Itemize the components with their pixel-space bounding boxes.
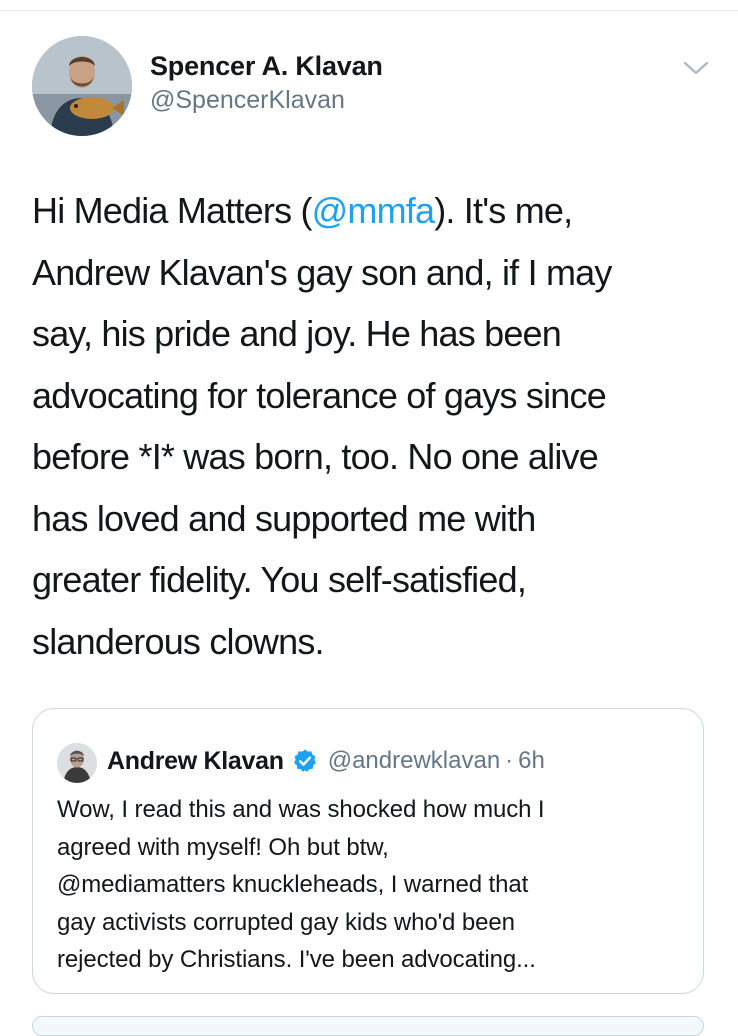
tweet-text-line: has loved and supported me with [32, 497, 536, 539]
quoted-text-line: gay activists corrupted gay kids who'd b… [57, 908, 515, 936]
mention-link[interactable]: @mmfa [312, 190, 435, 231]
tweet-text-line: before *I* was born, too. No one alive [32, 436, 599, 477]
chevron-down-icon[interactable] [682, 58, 710, 78]
tweet-text-line: advocating for tolerance of gays since [32, 374, 607, 416]
author-handle[interactable]: @SpencerKlavan [150, 84, 383, 116]
next-card-edge [32, 1016, 704, 1036]
tweet-text-line: say, his pride and joy. He has been [32, 313, 562, 354]
quoted-author-name: Andrew Klavan [107, 746, 284, 775]
separator-dot: · [505, 747, 514, 774]
verified-badge-icon [292, 748, 318, 774]
quoted-tweet-time: 6h [518, 747, 545, 774]
quoted-text-line: agreed with myself! Oh but btw, [57, 833, 389, 861]
author-name[interactable]: Spencer A. Klavan [150, 50, 383, 82]
tweet-text-line: greater fidelity. You self-satisfied, [32, 559, 527, 600]
author-block: Spencer A. Klavan @SpencerKlavan [150, 50, 383, 116]
quoted-text-line: @mediamatters knuckleheads, I warned tha… [57, 871, 529, 898]
tweet-text-line: slanderous clowns. [32, 620, 325, 662]
author-avatar[interactable] [32, 36, 132, 136]
tweet-text-line: Hi Media Matters (@mmfa). It's me, [32, 190, 573, 231]
quoted-author-handle: @andrewklavan [327, 747, 501, 774]
quoted-text-line: rejected by Christians. I've been advoca… [57, 946, 536, 973]
quoted-tweet-header: Andrew Klavan @andrewklavan · 6h [107, 739, 545, 783]
quoted-tweet-text: Wow, I read this and was shocked how muc… [57, 791, 697, 979]
quoted-author-avatar [57, 743, 97, 783]
quoted-tweet-card[interactable]: Andrew Klavan @andrewklavan · 6h Wow, I … [32, 708, 704, 994]
tweet-text-line: Andrew Klavan's gay son and, if I may [32, 251, 612, 293]
tweet-text: Hi Media Matters (@mmfa). It's me, Andre… [32, 180, 722, 672]
quoted-text-line: Wow, I read this and was shocked how muc… [57, 796, 545, 823]
top-divider [0, 10, 738, 11]
